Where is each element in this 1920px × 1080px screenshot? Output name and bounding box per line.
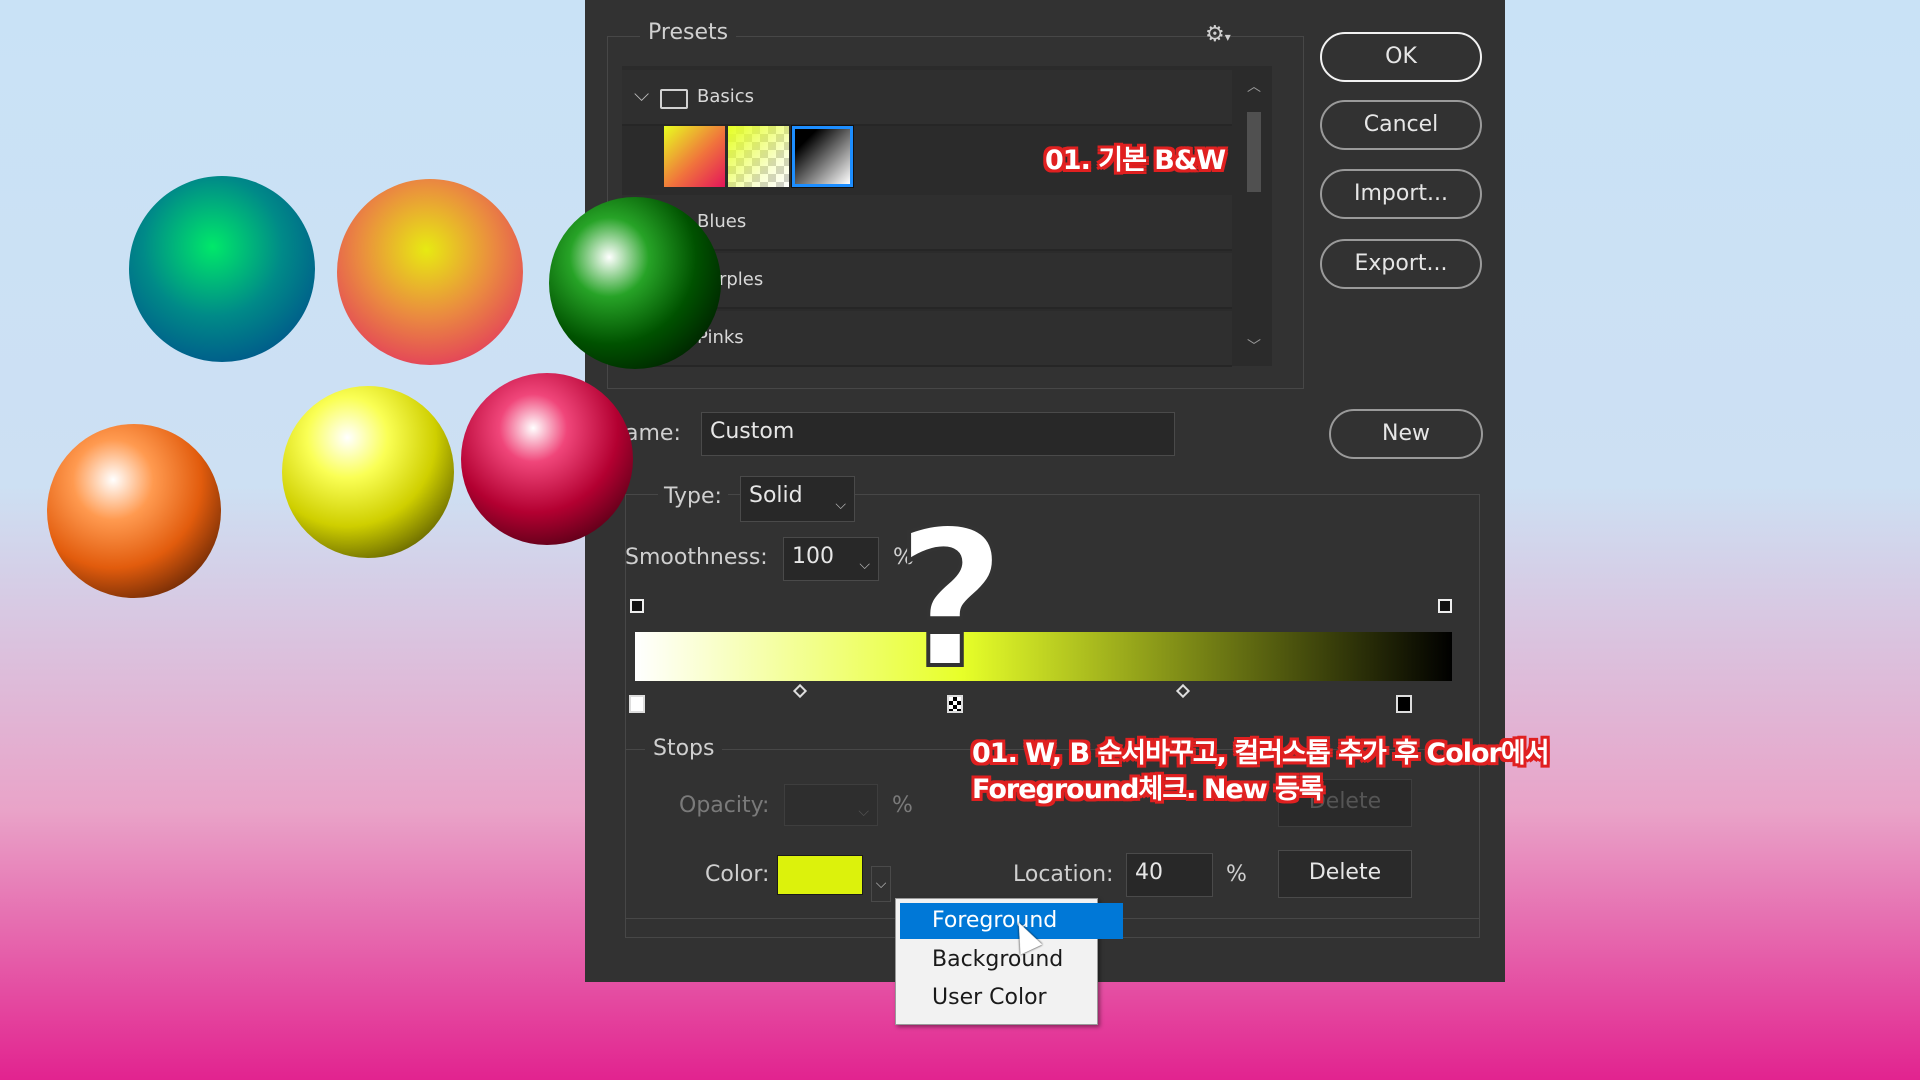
opacity-label: Opacity:	[679, 793, 770, 818]
color-label: Color:	[705, 862, 770, 887]
opacity-input: ⌵	[784, 784, 878, 826]
preset-group-label: Blues	[697, 211, 747, 232]
color-stop-white[interactable]	[629, 695, 645, 713]
opacity-unit: %	[892, 793, 913, 818]
opacity-stop-left[interactable]	[630, 599, 644, 613]
menu-item-background[interactable]: Background	[900, 942, 1123, 978]
preset-group-basics[interactable]: ⌵ Basics	[622, 70, 1232, 126]
folder-icon	[660, 89, 688, 109]
preset-swatch-yellow-pink[interactable]	[664, 126, 725, 187]
chevron-down-icon: ⌵	[835, 497, 846, 513]
location-input[interactable]: 40	[1126, 853, 1213, 897]
color-dropdown-button[interactable]: ⌵	[871, 866, 891, 902]
scroll-thumb[interactable]	[1247, 112, 1261, 192]
scroll-up-icon[interactable]: ︿	[1247, 76, 1261, 96]
presets-scrollbar[interactable]: ︿ ﹀	[1241, 76, 1269, 356]
preset-swatch-yellow-transparent[interactable]	[728, 126, 789, 187]
annotation-basic-bw: 01. 기본 B&W	[1045, 145, 1226, 176]
name-label: ame:	[625, 421, 681, 446]
delete-stop-button[interactable]: Delete	[1278, 850, 1412, 898]
type-select-value: Solid	[749, 483, 803, 508]
type-select[interactable]: Solid ⌵	[740, 476, 855, 522]
chevron-down-icon: ⌵	[859, 557, 870, 573]
chevron-down-icon[interactable]: ⌵	[634, 82, 649, 106]
presets-list: ⌵ Basics Blues Purples Pinks ︿ ﹀	[622, 66, 1272, 367]
location-label: Location:	[1013, 862, 1114, 887]
cancel-button[interactable]: Cancel	[1320, 100, 1482, 150]
annotation-instructions-line1: 01. W, B 순서바꾸고, 컬러스톱 추가 후 Color에서	[972, 738, 1550, 769]
orange-pink-sphere	[337, 179, 523, 365]
color-source-menu: Foreground Background User Color	[895, 898, 1123, 1025]
type-label: Type:	[658, 484, 728, 509]
new-button[interactable]: New	[1329, 409, 1483, 459]
stops-title: Stops	[645, 736, 723, 761]
color-stop-black[interactable]	[1396, 695, 1412, 713]
scroll-down-icon[interactable]: ﹀	[1247, 336, 1261, 356]
opacity-stop-right[interactable]	[1438, 599, 1452, 613]
name-input[interactable]: Custom	[701, 412, 1175, 456]
yellow-sphere	[282, 386, 454, 558]
teal-sphere	[129, 176, 315, 362]
gear-icon[interactable]: ⚙▾	[1205, 22, 1231, 47]
gradient-preview-bar[interactable]	[635, 632, 1452, 681]
smoothness-label: Smoothness:	[625, 545, 768, 570]
export-button[interactable]: Export...	[1320, 239, 1482, 289]
ok-button[interactable]: OK	[1320, 32, 1482, 82]
presets-title: Presets	[640, 20, 737, 45]
stop-color-swatch[interactable]	[777, 855, 863, 895]
green-sphere	[549, 197, 721, 369]
chevron-down-icon: ⌵	[858, 804, 869, 820]
preset-swatch-black-white[interactable]	[791, 125, 854, 188]
annotation-instructions-line2: Foreground체크. New 등록	[972, 774, 1324, 805]
red-sphere	[461, 373, 633, 545]
preset-group-label: Basics	[697, 86, 755, 107]
preset-group-pinks[interactable]: Pinks	[622, 311, 1232, 367]
preset-group-blues[interactable]: Blues	[622, 195, 1232, 251]
smoothness-input[interactable]: 100 ⌵	[783, 537, 879, 581]
smoothness-value: 100	[792, 544, 834, 569]
location-unit: %	[1226, 862, 1247, 887]
question-mark-annotation: ?	[894, 489, 1008, 710]
menu-item-user-color[interactable]: User Color	[900, 980, 1123, 1016]
orange-sphere	[47, 424, 221, 598]
import-button[interactable]: Import...	[1320, 169, 1482, 219]
